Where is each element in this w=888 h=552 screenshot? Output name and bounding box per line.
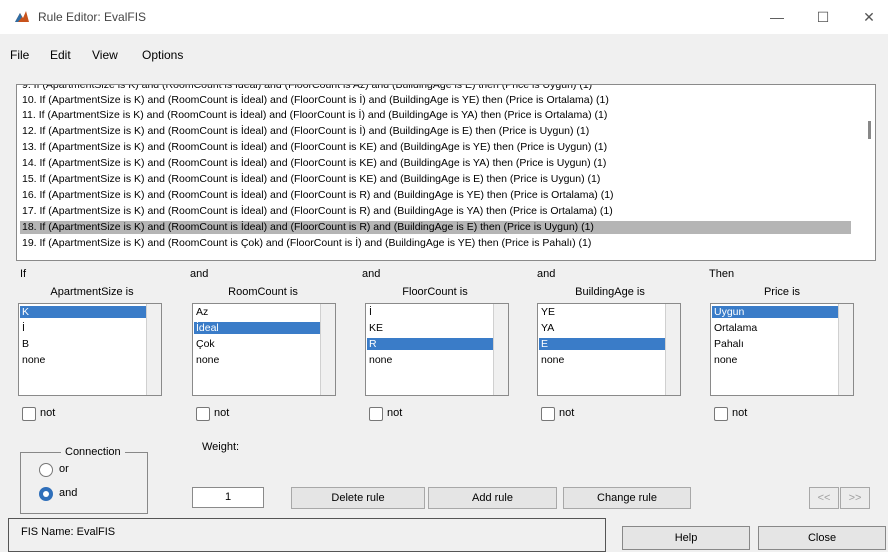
menu-options[interactable]: Options — [142, 48, 183, 62]
checkbox-box[interactable] — [541, 407, 555, 421]
list-item[interactable]: İ — [20, 322, 146, 334]
list-item[interactable]: İdeal — [194, 322, 320, 334]
menu-edit[interactable]: Edit — [50, 48, 71, 62]
title-bar: Rule Editor: EvalFIS — ☐ ✕ — [0, 0, 888, 34]
connection-title: Connection — [61, 446, 125, 458]
delete-rule-button[interactable]: Delete rule — [291, 487, 425, 509]
window-title: Rule Editor: EvalFIS — [38, 10, 147, 24]
list-item[interactable]: E — [539, 338, 665, 350]
menu-view[interactable]: View — [92, 48, 118, 62]
checkbox-box[interactable] — [369, 407, 383, 421]
list-item[interactable]: R — [367, 338, 493, 350]
list-item[interactable]: Pahalı — [712, 338, 838, 350]
not-label: not — [387, 407, 403, 419]
list-item[interactable]: Az — [194, 306, 320, 318]
rule-list-scrollbar-thumb[interactable] — [868, 121, 871, 139]
roomcount-list[interactable]: Az İdeal Çok none — [192, 303, 336, 396]
rule-row[interactable]: 10. If (ApartmentSize is K) and (RoomCou… — [20, 94, 851, 107]
list-scrollbar[interactable] — [493, 304, 508, 395]
weight-input[interactable]: 1 — [192, 487, 264, 508]
price-title: Price is — [763, 286, 801, 298]
change-rule-button[interactable]: Change rule — [563, 487, 691, 509]
menu-bar: File Edit View Options — [0, 44, 888, 66]
rule-row[interactable]: 19. If (ApartmentSize is K) and (RoomCou… — [20, 237, 851, 250]
rule-row[interactable]: 12. If (ApartmentSize is K) and (RoomCou… — [20, 125, 851, 138]
not-label: not — [732, 407, 748, 419]
close-button[interactable]: Close — [758, 526, 886, 550]
rule-row[interactable]: 11. If (ApartmentSize is K) and (RoomCou… — [20, 109, 851, 122]
buildingage-title: BuildingAge is — [575, 286, 645, 298]
list-scrollbar[interactable] — [320, 304, 335, 395]
rule-row[interactable]: 9. If (ApartmentSize is K) and (RoomCoun… — [20, 85, 851, 92]
list-scrollbar[interactable] — [146, 304, 161, 395]
list-item[interactable]: B — [20, 338, 146, 350]
list-item[interactable]: Çok — [194, 338, 320, 350]
floorcount-title: FloorCount is — [402, 286, 468, 298]
rule-row[interactable]: 13. If (ApartmentSize is K) and (RoomCou… — [20, 141, 851, 154]
list-item[interactable]: none — [367, 354, 493, 366]
list-item[interactable]: Ortalama — [712, 322, 838, 334]
price-list[interactable]: Uygun Ortalama Pahalı none — [710, 303, 854, 396]
not-label: not — [214, 407, 230, 419]
then-label: Then — [709, 268, 735, 280]
roomcount-title: RoomCount is — [228, 286, 298, 298]
list-scrollbar[interactable] — [665, 304, 680, 395]
list-item[interactable]: none — [20, 354, 146, 366]
list-item[interactable]: İ — [367, 306, 493, 318]
add-rule-button[interactable]: Add rule — [428, 487, 557, 509]
list-item[interactable]: YA — [539, 322, 665, 334]
checkbox-box[interactable] — [714, 407, 728, 421]
and-label: and — [362, 268, 381, 280]
and-radio[interactable] — [39, 487, 53, 501]
help-button[interactable]: Help — [622, 526, 750, 550]
menu-file[interactable]: File — [10, 48, 29, 62]
next-button[interactable]: >> — [840, 487, 870, 509]
list-item[interactable]: Uygun — [712, 306, 838, 318]
or-radio[interactable] — [39, 463, 53, 477]
matlab-icon — [14, 10, 30, 24]
rule-list[interactable]: 9. If (ApartmentSize is K) and (RoomCoun… — [16, 84, 876, 261]
list-scrollbar[interactable] — [838, 304, 853, 395]
status-bar: FIS Name: EvalFIS — [8, 518, 606, 552]
not-label: not — [40, 407, 56, 419]
list-item[interactable]: YE — [539, 306, 665, 318]
list-item[interactable]: KE — [367, 322, 493, 334]
previous-button[interactable]: << — [809, 487, 839, 509]
checkbox-box[interactable] — [196, 407, 210, 421]
rule-row[interactable]: 14. If (ApartmentSize is K) and (RoomCou… — [20, 157, 851, 170]
or-label: or — [59, 463, 69, 475]
if-label: If — [20, 268, 27, 280]
and-label: and — [190, 268, 209, 280]
fis-name-status: FIS Name: EvalFIS — [21, 526, 116, 538]
list-item[interactable]: none — [712, 354, 838, 366]
maximize-button[interactable]: ☐ — [808, 6, 838, 28]
list-item[interactable]: none — [539, 354, 665, 366]
floorcount-list[interactable]: İ KE R none — [365, 303, 509, 396]
and-radio-label: and — [59, 487, 78, 499]
rule-row[interactable]: 17. If (ApartmentSize is K) and (RoomCou… — [20, 205, 851, 218]
not-label: not — [559, 407, 575, 419]
checkbox-box[interactable] — [22, 407, 36, 421]
list-item[interactable]: none — [194, 354, 320, 366]
connection-group: Connection or and — [20, 446, 148, 514]
weight-label: Weight: — [202, 441, 240, 453]
apartmentsize-title: ApartmentSize is — [50, 286, 134, 298]
rule-row[interactable]: 15. If (ApartmentSize is K) and (RoomCou… — [20, 173, 851, 186]
rule-row-selected[interactable]: 18. If (ApartmentSize is K) and (RoomCou… — [20, 221, 851, 234]
rule-row[interactable]: 16. If (ApartmentSize is K) and (RoomCou… — [20, 189, 851, 202]
apartmentsize-list[interactable]: K İ B none — [18, 303, 162, 396]
close-window-button[interactable]: ✕ — [854, 6, 884, 28]
list-item[interactable]: K — [20, 306, 146, 318]
buildingage-list[interactable]: YE YA E none — [537, 303, 681, 396]
and-label: and — [537, 268, 556, 280]
minimize-button[interactable]: — — [762, 6, 792, 28]
